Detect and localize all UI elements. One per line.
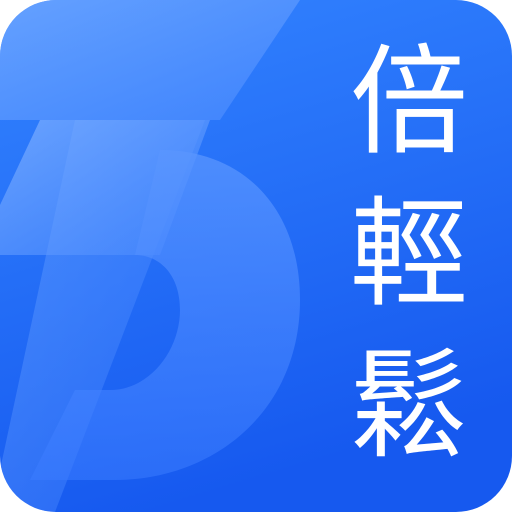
brand-char-1: 倍 xyxy=(349,33,468,171)
brand-name: 倍 輕 鬆 xyxy=(340,34,478,474)
brand-char-3: 鬆 xyxy=(349,337,468,475)
app-icon[interactable]: 倍 輕 鬆 xyxy=(0,0,512,512)
brand-char-2: 輕 xyxy=(349,185,468,323)
